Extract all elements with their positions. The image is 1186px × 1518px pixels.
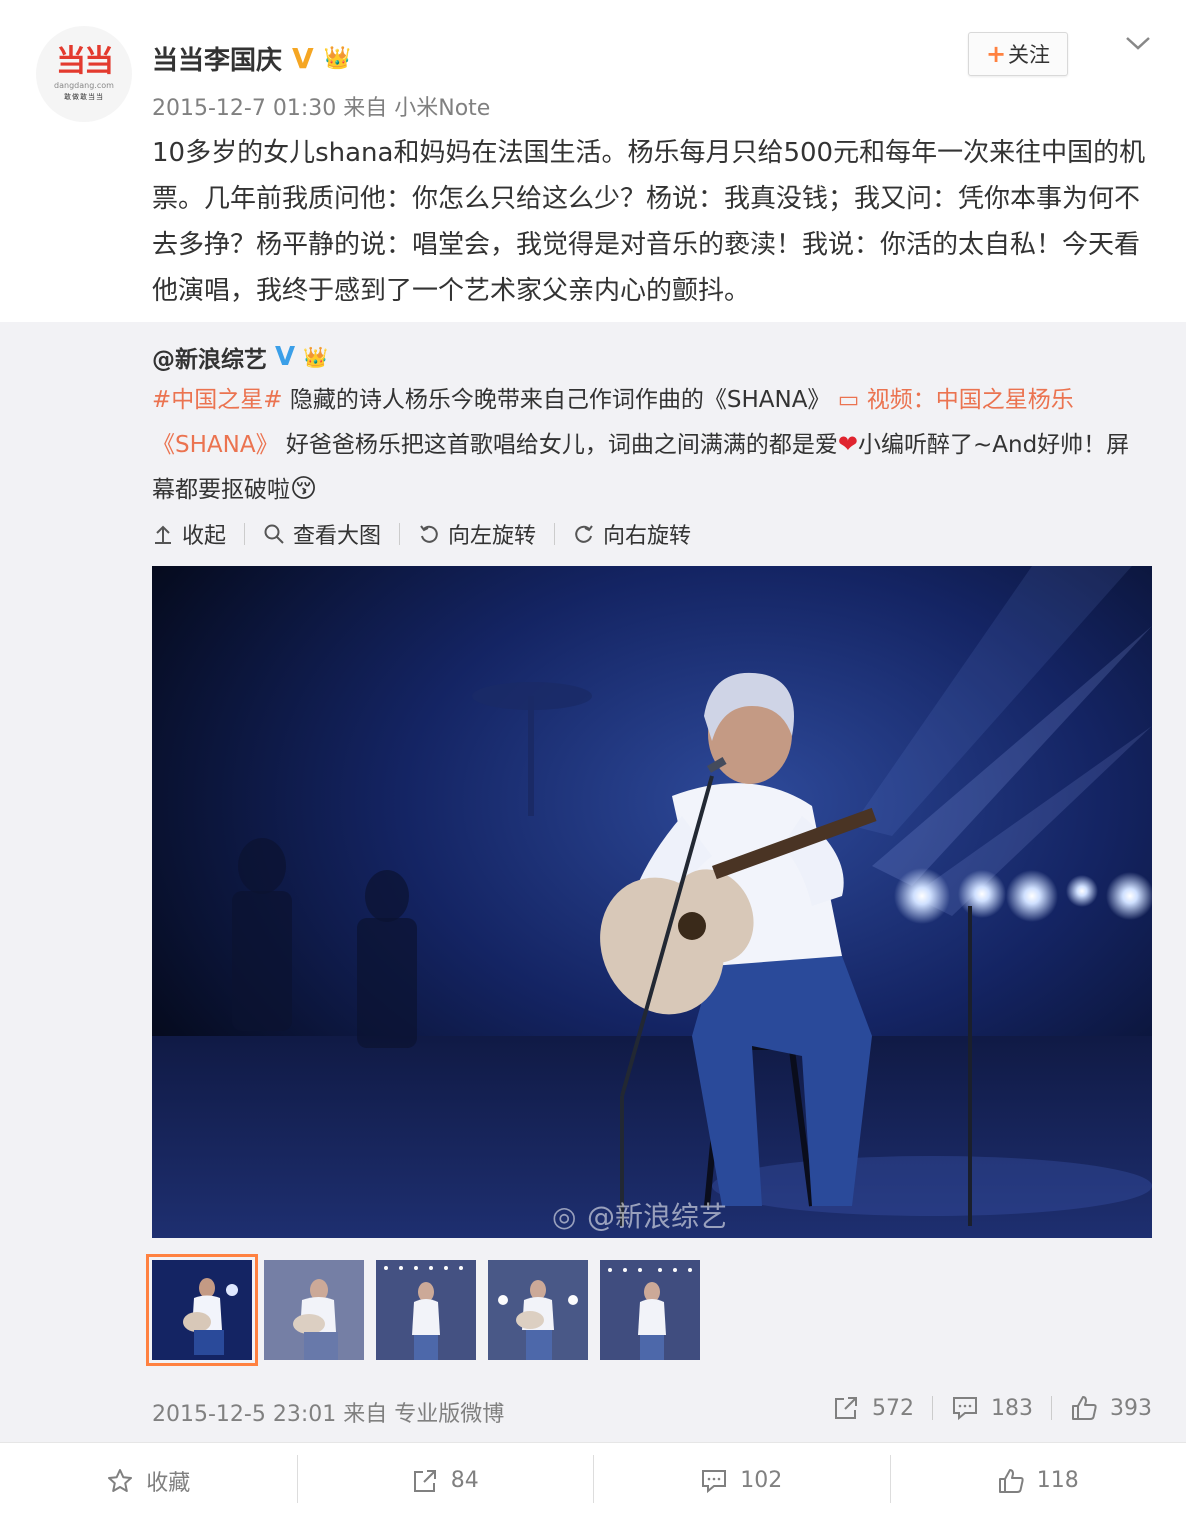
image-toolbar: 收起 查看大图 向左旋转 向右旋转 xyxy=(152,518,691,550)
rotate-left-icon xyxy=(420,525,438,543)
source-prefix: 来自 xyxy=(343,96,388,121)
main-photo[interactable]: ◎ @新浪综艺 xyxy=(152,566,1152,1238)
thumbs-up-icon xyxy=(998,1468,1024,1493)
collapse-button[interactable]: 收起 xyxy=(152,518,226,550)
repost-time[interactable]: 2015-12-5 23:01 xyxy=(152,1402,336,1427)
comment-icon xyxy=(953,1397,977,1421)
author-row: 当当李国庆 V 👑 xyxy=(152,40,351,77)
divider xyxy=(554,523,556,545)
comment-count: 183 xyxy=(991,1395,1033,1421)
divider xyxy=(1051,1396,1052,1420)
repost-meta: 2015-12-5 23:01 来自 专业版微博 xyxy=(152,1396,504,1428)
view-large-label: 查看大图 xyxy=(293,524,382,549)
repost-text-part-2: 好爸爸杨乐把这首歌唱给女儿，词曲之间满满的都是爱 xyxy=(278,432,838,458)
repost-count: 572 xyxy=(872,1395,914,1421)
divider xyxy=(932,1396,933,1420)
thumbnail-5[interactable] xyxy=(600,1260,700,1360)
divider xyxy=(399,523,401,545)
verified-blue-icon[interactable]: V xyxy=(275,344,295,370)
like-button[interactable]: 118 xyxy=(889,1443,1186,1518)
like-count: 393 xyxy=(1110,1395,1152,1421)
collapse-label: 收起 xyxy=(182,524,227,549)
view-large-button[interactable]: 查看大图 xyxy=(263,518,381,550)
follow-button[interactable]: + 关注 xyxy=(968,32,1068,76)
svg-text:◎: ◎ xyxy=(552,1200,576,1233)
heart-emoji-icon: ❤ xyxy=(837,430,858,458)
star-icon xyxy=(108,1468,133,1492)
repost-author-row: @新浪综艺 V 👑 xyxy=(152,340,328,374)
post-meta: 2015-12-7 01:30 来自 小米Note xyxy=(152,90,490,122)
plus-icon: + xyxy=(985,40,1007,68)
post-text: 10多岁的女儿shana和妈妈在法国生活。杨乐每月只给500元和每年一次来往中国… xyxy=(152,138,1146,306)
vip-crown-icon[interactable]: 👑 xyxy=(303,345,328,369)
repost-comment-button[interactable]: 183 xyxy=(951,1394,1033,1422)
favorite-label: 收藏 xyxy=(146,1470,191,1496)
action-bar: 收藏 84 102 118 xyxy=(0,1442,1186,1518)
avatar-logo-domain: dangdang.com xyxy=(54,80,114,90)
author-name[interactable]: 当当李国庆 xyxy=(152,40,282,77)
share-icon xyxy=(835,1397,857,1419)
collapse-up-icon xyxy=(155,525,171,544)
shy-face-emoji-icon: 😚 xyxy=(290,474,318,504)
source-prefix: 来自 xyxy=(343,1402,388,1427)
photo-watermark: @新浪综艺 xyxy=(587,1200,727,1233)
comment-icon xyxy=(702,1469,727,1493)
thumbnail-1[interactable] xyxy=(146,1254,258,1366)
thumbnail-image xyxy=(152,1260,252,1360)
repost-count: 84 xyxy=(450,1468,479,1493)
thumbnail-4[interactable] xyxy=(488,1260,588,1360)
vip-crown-icon[interactable]: 👑 xyxy=(324,47,351,70)
verified-yellow-icon[interactable]: V xyxy=(292,44,314,73)
repost-text: #中国之星# 隐藏的诗人杨乐今晚带来自己作词作曲的《SHANA》 ▭ 视频：中国… xyxy=(152,378,1142,512)
comment-button[interactable]: 102 xyxy=(593,1443,890,1518)
rotate-left-button[interactable]: 向左旋转 xyxy=(418,518,536,550)
chevron-down-icon[interactable] xyxy=(1124,32,1152,54)
repost-button[interactable]: 84 xyxy=(296,1443,594,1518)
thumbnail-2[interactable] xyxy=(264,1260,364,1360)
thumbnail-image xyxy=(488,1260,588,1360)
divider xyxy=(244,523,246,545)
post-source[interactable]: 小米Note xyxy=(394,96,490,121)
thumbnail-image xyxy=(376,1260,476,1360)
search-icon xyxy=(264,524,284,544)
avatar-logo: 当当 xyxy=(56,43,114,79)
rotate-right-label: 向右旋转 xyxy=(603,524,692,549)
comment-count: 102 xyxy=(740,1468,783,1493)
repost-source[interactable]: 专业版微博 xyxy=(394,1402,504,1427)
avatar-logo-slogan: 敢做敢当当 xyxy=(64,92,104,101)
repost-repost-button[interactable]: 572 xyxy=(832,1394,914,1422)
hashtag-link[interactable]: #中国之星# xyxy=(152,387,283,413)
thumbnail-image xyxy=(264,1260,364,1360)
video-icon[interactable]: ▭ xyxy=(838,387,867,413)
repost-author-name[interactable]: @新浪综艺 xyxy=(152,340,267,374)
thumbnail-image xyxy=(600,1260,700,1360)
favorite-button[interactable]: 收藏 xyxy=(0,1443,297,1518)
like-count: 118 xyxy=(1036,1468,1079,1493)
concert-photo-illustration: ◎ @新浪综艺 xyxy=(152,566,1152,1238)
thumbnail-strip xyxy=(146,1254,700,1366)
thumbnail-3[interactable] xyxy=(376,1260,476,1360)
thumbs-up-icon xyxy=(1072,1396,1097,1420)
rotate-left-label: 向左旋转 xyxy=(448,524,537,549)
share-icon xyxy=(413,1469,436,1492)
follow-label: 关注 xyxy=(1008,43,1051,67)
post-time[interactable]: 2015-12-7 01:30 xyxy=(152,96,336,121)
reposted-content: @新浪综艺 V 👑 #中国之星# 隐藏的诗人杨乐今晚带来自己作词作曲的《SHAN… xyxy=(0,322,1186,1442)
avatar[interactable]: 当当 dangdang.com 敢做敢当当 xyxy=(36,26,132,122)
rotate-right-icon xyxy=(575,525,593,543)
repost-like-button[interactable]: 393 xyxy=(1070,1394,1152,1422)
repost-text-part-1: 隐藏的诗人杨乐今晚带来自己作词作曲的《SHANA》 xyxy=(282,387,838,413)
rotate-right-button[interactable]: 向右旋转 xyxy=(573,518,691,550)
repost-stats: 572 183 393 xyxy=(832,1394,1152,1422)
